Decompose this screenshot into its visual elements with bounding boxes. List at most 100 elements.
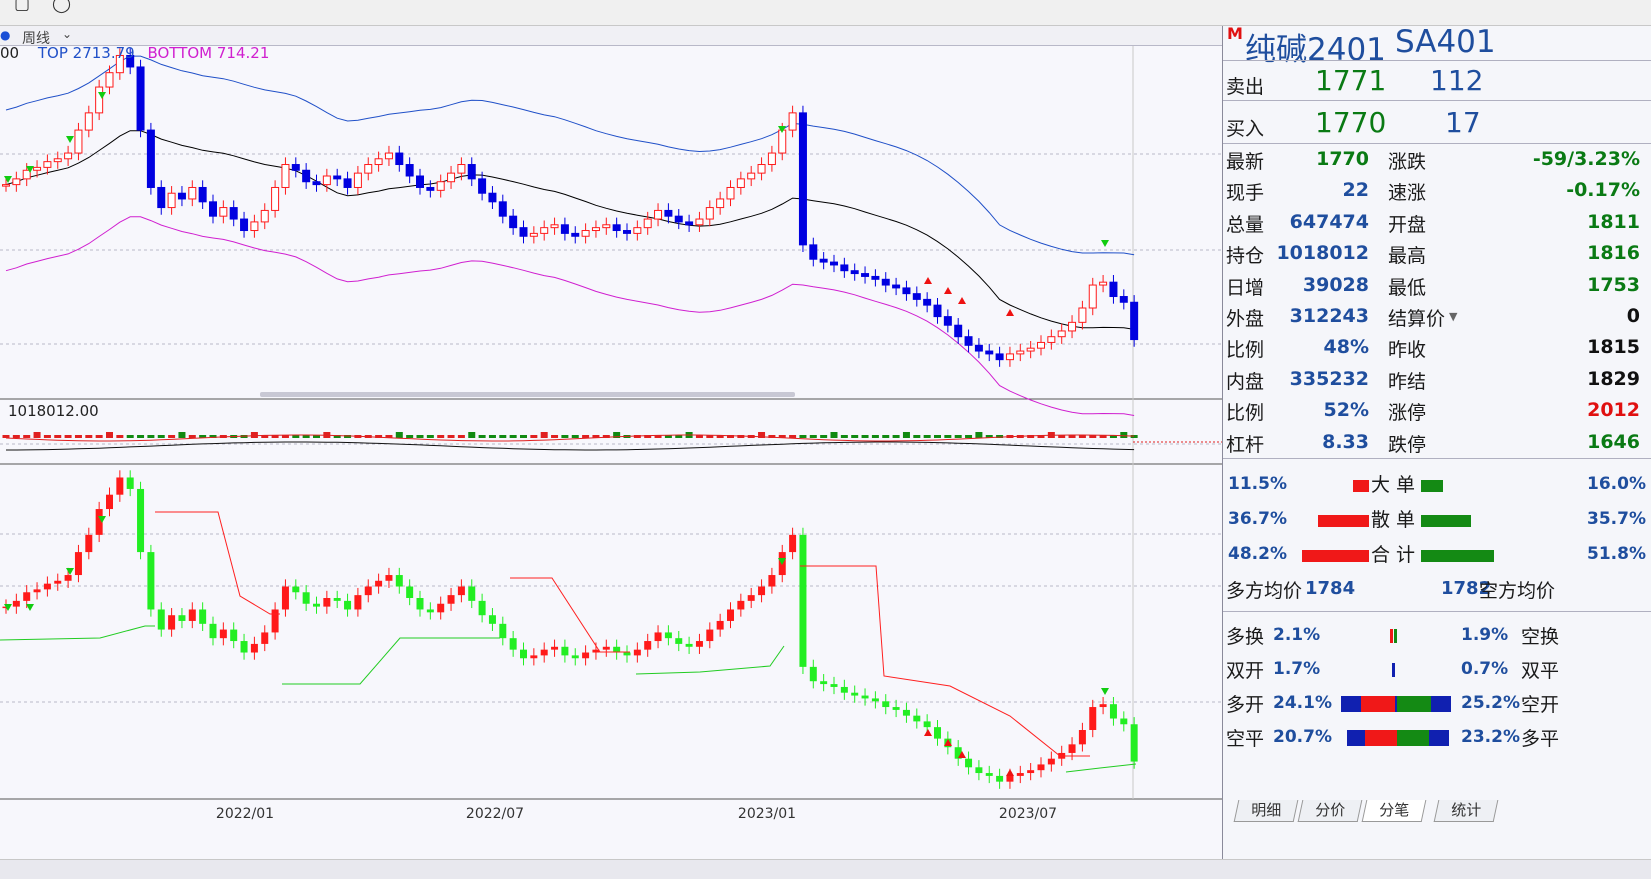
volume-bar [809,435,817,438]
kline-chart[interactable]: 2022/01 2022/07 2023/01 2023/07 [0,26,1222,859]
short-avg-label: 空方均价 [1479,580,1556,602]
lower-candle-body [437,603,445,613]
candle-body [954,324,963,338]
pos-left-label: 空平 [1226,728,1265,750]
candle-body [581,230,590,237]
candle-body [1119,296,1128,303]
lower-candle-body [902,709,910,716]
stat-label: 比例 [1226,402,1265,425]
candle-body [643,218,652,229]
stat-value: 48% [1323,336,1369,359]
position-row: 多开 24.1% 25.2% 空开 [1223,690,1651,720]
candle-body [871,275,880,280]
order-flow-row: 36.7% 散 单 35.7% [1223,505,1651,535]
stat-value: 1646 [1587,430,1640,453]
lower-candle-body [364,586,372,596]
bid-volume: 17 [1445,106,1481,139]
flow-right-pct: 35.7% [1587,509,1646,529]
candle-body [12,178,21,186]
flow-red-bar [1353,480,1369,492]
down-signal-marker [66,568,74,575]
lower-candle-body [1016,773,1024,776]
dropdown-caret-icon[interactable]: ▼ [1449,310,1457,323]
flow-green-bar [1421,515,1471,527]
kline-chart-area[interactable]: 2022/01 2022/07 2023/01 2023/07 [0,26,1222,859]
lower-candle-body [406,586,414,598]
candle-body [695,218,704,226]
lower-candle-body [1047,758,1055,765]
chevron-down-icon[interactable]: ⌄ [62,27,72,41]
candle-body [74,129,83,154]
legend-bottom: BOTTOM 714.21 [147,44,270,62]
candle-body [343,178,352,188]
tab-ticks[interactable]: 分笔 [1361,800,1427,822]
lower-candle-body [157,609,165,630]
volume-bar [861,435,869,438]
lower-candle-body [892,707,900,710]
candle-body [664,209,673,217]
candle-body [840,264,849,272]
tab-detail[interactable]: 明细 [1233,800,1299,822]
volume-bar [530,435,538,438]
lower-candle-body [43,583,51,590]
box-icon[interactable]: ▢ [14,0,30,14]
tab-stats[interactable]: 统计 [1433,800,1499,822]
quote-panel: M 纯碱2401 SA401 卖出 1771 112 买入 1770 17 最新… [1222,24,1651,859]
lower-candle-body [64,575,72,581]
pos-left-value: 20.7% [1273,727,1332,747]
time-axis-label: 2023/07 [999,806,1057,822]
pos-left-label: 双开 [1226,660,1265,682]
lower-candle-body [199,609,207,624]
candle-body [633,227,642,234]
candle-body [498,201,507,217]
lower-candle-body [12,600,20,607]
lower-candle-body [633,649,641,656]
lower-candle-body [882,701,890,708]
lower-candle-body [923,721,931,728]
volume-bar [913,435,921,438]
volume-bar [447,435,455,438]
stat-label[interactable]: 结算价 [1388,304,1445,331]
stat-value: 1829 [1587,367,1640,390]
stat-row: 杠杆 8.33 跌停 1646 [1223,427,1651,458]
stat-label: 速涨 [1388,182,1427,205]
lower-candle-body [985,773,993,776]
stat-label: 跌停 [1388,433,1427,456]
candle-body [467,164,476,180]
tab-price-dist[interactable]: 分价 [1297,800,1363,822]
candle-body [519,227,528,237]
candle-body [1088,284,1097,309]
volume-bar [520,435,527,438]
lower-candle-body [106,494,113,510]
candle-body [64,152,73,160]
candle-body [177,192,186,200]
volume-bar [395,432,403,438]
stat-value: 39028 [1302,273,1369,296]
lower-candle-body [416,598,424,610]
lower-candle-body [478,600,486,616]
candle-body [260,209,269,223]
candle-body [964,336,973,346]
stat-label: 内盘 [1226,370,1265,393]
lower-candle-body [737,600,745,610]
stat-label: 涨停 [1388,402,1427,425]
volume-bar [923,435,931,438]
time-axis-label: 2022/01 [216,806,274,822]
stat-row: 持仓 1018012 最高 1816 [1223,238,1651,269]
lower-candle-body [623,652,631,656]
toolbar: ▢ ◯ [0,0,1651,26]
lower-candle-body [1099,704,1107,708]
stat-label: 外盘 [1226,308,1265,330]
volume-bar [64,435,72,438]
bid-price: 1770 [1315,106,1387,139]
flow-red-bar [1302,550,1369,562]
circle-icon[interactable]: ◯ [52,0,71,14]
volume-bar [74,435,82,438]
flow-green-bar [1421,550,1494,562]
candle-body [291,164,300,171]
lower-candle-body [74,552,82,576]
stat-row: 日增 39028 最低 1753 [1223,270,1651,301]
candle-body [447,172,456,183]
candle-body [488,192,497,203]
candle-body [157,186,166,209]
